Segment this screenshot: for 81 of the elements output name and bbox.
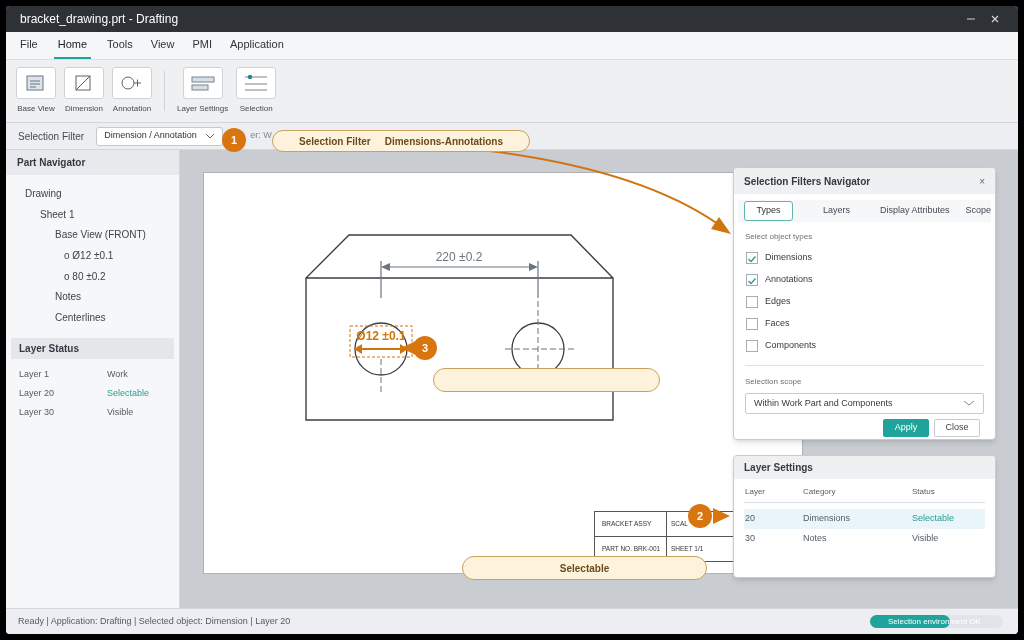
filter-dropdown[interactable]: Dimension / Annotation xyxy=(96,126,224,146)
status-text: Ready | Application: Drafting | Selected object: Dimension | Layer 20 xyxy=(18,614,291,628)
table-cell-text: 30 xyxy=(745,532,756,546)
ribbon-button[interactable] xyxy=(16,67,56,99)
ribbon-label: Dimension xyxy=(65,103,103,115)
dialog-button[interactable]: Close xyxy=(934,419,980,437)
menu-item[interactable]: File xyxy=(18,35,40,59)
checkbox-label: Dimensions xyxy=(765,251,813,265)
window-title: bracket_drawing.prt - Drafting xyxy=(20,11,179,28)
section-title: Layer Status xyxy=(19,341,80,356)
dimension-arrow[interactable] xyxy=(354,344,408,354)
checkbox-label: Components xyxy=(765,339,817,353)
menu-item[interactable]: View xyxy=(148,35,177,59)
layer-name: Layer 30 xyxy=(19,405,56,419)
ribbon-button[interactable] xyxy=(112,67,152,99)
column-header: Category xyxy=(803,486,837,498)
filter-label: Selection Filter xyxy=(18,129,85,144)
tree-item[interactable]: o Ø12 ±0.1 xyxy=(64,247,114,263)
tab[interactable]: Types xyxy=(744,201,793,221)
tab[interactable]: Layers xyxy=(822,204,850,218)
callout-text: Selection Filter xyxy=(299,134,371,149)
checkbox[interactable] xyxy=(746,340,758,352)
checkbox[interactable] xyxy=(746,318,758,330)
dimension-text: 220 ±0.2 xyxy=(435,250,483,264)
tree-item[interactable]: Drawing xyxy=(25,185,62,201)
table-cell-text: Dimensions xyxy=(803,512,852,526)
ribbon-label: Annotation xyxy=(112,103,152,115)
checkbox[interactable] xyxy=(746,252,758,264)
panel-title: Part Navigator xyxy=(17,156,86,170)
checkbox-label: Edges xyxy=(765,295,791,309)
layers-icon xyxy=(190,73,215,93)
table-cell-text: Selectable xyxy=(912,512,956,526)
selection-icon xyxy=(244,73,269,93)
tree-item[interactable]: Base View (FRONT) xyxy=(55,227,146,243)
close-icon[interactable] xyxy=(990,14,1000,24)
layer-status: Selectable xyxy=(107,386,150,400)
checkbox[interactable] xyxy=(746,274,758,286)
close-button[interactable]: × xyxy=(979,173,985,189)
tab[interactable]: Scope xyxy=(965,204,991,218)
layer-status: Visible xyxy=(107,405,134,419)
tree-item[interactable]: Notes xyxy=(55,289,82,305)
menu-item[interactable]: PMI xyxy=(190,35,214,59)
checkbox-label: Faces xyxy=(765,317,790,331)
column-header: Status xyxy=(912,486,936,498)
panel-title: Layer Settings xyxy=(744,461,813,475)
menu-item[interactable]: Tools xyxy=(105,35,135,59)
ribbon-button[interactable] xyxy=(64,67,104,99)
callout-text: Dimensions-Annotations xyxy=(384,134,503,149)
checkbox-label: Annotations xyxy=(765,273,813,287)
ribbon-label: Base View xyxy=(17,103,55,115)
chevron-down-icon xyxy=(205,133,216,139)
layer-name: Layer 20 xyxy=(19,386,56,400)
scope-dropdown[interactable]: Within Work Part and Components xyxy=(745,393,984,414)
section-label: Selection scope xyxy=(745,376,803,388)
dimension-line[interactable] xyxy=(380,260,539,299)
table-cell-text: Notes xyxy=(803,532,828,546)
column-header: Layer xyxy=(745,486,766,498)
table-row[interactable]: 20 Dimensions Selectable xyxy=(744,509,985,529)
tab[interactable]: Display Attributes xyxy=(879,204,950,218)
tree-item[interactable]: Centerlines xyxy=(55,309,106,325)
chevron-down-icon xyxy=(963,400,975,407)
pointer-icon xyxy=(713,508,730,524)
section-label: Select object types xyxy=(745,231,814,243)
checkbox[interactable] xyxy=(746,296,758,308)
ribbon-button[interactable] xyxy=(182,67,223,99)
menu-item[interactable]: Application xyxy=(228,35,286,59)
ribbon-label: Layer Settings xyxy=(177,103,229,115)
check-icon xyxy=(747,253,757,263)
callout-text: Selectable xyxy=(559,561,610,576)
dialog-title: Selection Filters Navigator xyxy=(744,174,871,189)
layer-name: Layer 1 xyxy=(19,367,51,381)
tree-item[interactable]: Sheet 1 xyxy=(40,206,75,222)
check-icon xyxy=(747,275,757,285)
table-cell-text: 20 xyxy=(745,512,756,526)
layer-status: Work xyxy=(107,367,128,381)
ribbon-label: Selection xyxy=(239,103,273,115)
tree-item[interactable]: o 80 ±0.2 xyxy=(64,268,106,284)
annotation-icon xyxy=(120,73,144,93)
filter-layer-text: er: W xyxy=(250,129,272,143)
table-cell-text: Visible xyxy=(912,532,940,546)
ribbon-button[interactable] xyxy=(236,67,277,99)
